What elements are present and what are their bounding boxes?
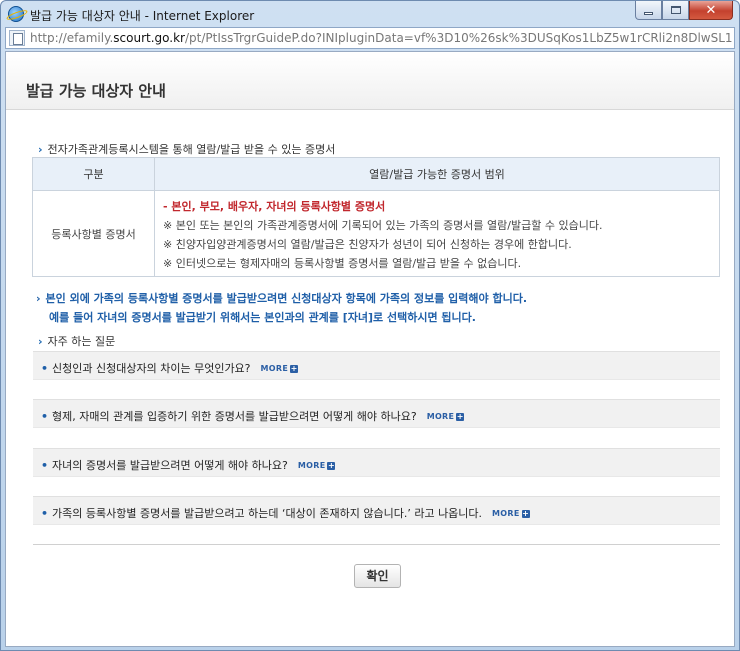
more-link[interactable]: MORE + bbox=[298, 461, 336, 470]
note-text: ※ 인터넷으로는 형제자매의 등록사항별 증명서를 열람/발급 받을 수 없습니… bbox=[163, 257, 522, 270]
more-label: MORE bbox=[260, 364, 289, 373]
minimize-icon bbox=[644, 11, 653, 15]
more-link[interactable]: MORE + bbox=[261, 364, 299, 373]
minimize-button[interactable] bbox=[635, 1, 662, 20]
bullet-icon: • bbox=[41, 362, 49, 375]
url-host: scourt.go.kr bbox=[113, 31, 185, 45]
faq-question: • 가족의 등록사항별 증명서를 발급받으려고 하는데 ‘대상이 존재하지 않습니… bbox=[41, 505, 530, 521]
plus-icon: + bbox=[456, 412, 465, 421]
popup-content: 발급 가능 대상자 안내 › 전자가족관계등록시스템을 통해 열람/발급 받을 수… bbox=[5, 51, 735, 647]
popup-header: 발급 가능 대상자 안내 bbox=[6, 52, 734, 110]
note-text: ※ 본인 또는 본인의 가족관계증명서에 기록되어 있는 가족의 증명서를 열람… bbox=[163, 219, 603, 232]
faq-item[interactable]: • 자녀의 증명서를 발급받으려면 어떻게 해야 하나요? MORE + bbox=[33, 448, 720, 477]
family-info-notice: › 본인 외에 가족의 등록사항별 증명서를 발급받으려면 신청대상자 항목에 가… bbox=[36, 289, 726, 327]
page-icon bbox=[9, 30, 25, 46]
faq-question: • 신청인과 신청대상자의 차이는 무엇인가요? MORE + bbox=[41, 360, 299, 376]
window-controls: ✕ bbox=[635, 1, 733, 20]
internet-explorer-icon bbox=[8, 6, 24, 22]
faq-question-text: 형제, 자매의 관계를 입증하기 위한 증명서를 발급받으려면 어떻게 해야 하… bbox=[52, 410, 417, 423]
close-button[interactable]: ✕ bbox=[689, 1, 733, 20]
faq-question-text: 자녀의 증명서를 발급받으려면 어떻게 해야 하나요? bbox=[52, 459, 288, 472]
bullet-icon: • bbox=[41, 507, 49, 520]
notice-line-text: 본인 외에 가족의 등록사항별 증명서를 발급받으려면 신청대상자 항목에 가족… bbox=[45, 292, 528, 305]
column-header-scope: 열람/발급 가능한 증명서 범위 bbox=[369, 168, 505, 181]
more-link[interactable]: MORE + bbox=[492, 509, 530, 518]
faq-question-text: 신청인과 신청대상자의 차이는 무엇인가요? bbox=[52, 362, 251, 375]
plus-icon: + bbox=[290, 364, 299, 373]
window-title: 발급 가능 대상자 안내 - Internet Explorer bbox=[30, 9, 255, 23]
section-heading-text: 전자가족관계등록시스템을 통해 열람/발급 받을 수 있는 증명서 bbox=[47, 143, 336, 156]
close-icon: ✕ bbox=[705, 2, 717, 18]
chevron-right-icon: › bbox=[38, 143, 43, 156]
faq-question-text: 가족의 등록사항별 증명서를 발급받으려고 하는데 ‘대상이 존재하지 않습니다… bbox=[52, 507, 483, 520]
more-label: MORE bbox=[297, 461, 326, 470]
title-bar[interactable]: 발급 가능 대상자 안내 - Internet Explorer ✕ bbox=[1, 1, 739, 27]
section-heading-faq: › 자주 하는 질문 bbox=[38, 333, 115, 349]
faq-question: • 자녀의 증명서를 발급받으려면 어떻게 해야 하나요? MORE + bbox=[41, 457, 336, 473]
plus-icon: + bbox=[521, 509, 530, 518]
plus-icon: + bbox=[327, 461, 336, 470]
faq-item[interactable]: • 형제, 자매의 관계를 입증하기 위한 증명서를 발급받으려면 어떻게 해야 … bbox=[33, 399, 720, 428]
address-url[interactable]: http://efamily.scourt.go.kr/pt/PtIssTrgr… bbox=[30, 31, 732, 45]
browser-window: 발급 가능 대상자 안내 - Internet Explorer ✕ http:… bbox=[0, 0, 740, 651]
maximize-icon bbox=[670, 6, 681, 14]
page-title: 발급 가능 대상자 안내 bbox=[26, 82, 166, 100]
url-path: /pt/PtIssTrgrGuideP.do?INIpluginData=vf%… bbox=[185, 31, 732, 45]
divider bbox=[33, 544, 720, 545]
section-heading-certificates: › 전자가족관계등록시스템을 통해 열람/발급 받을 수 있는 증명서 bbox=[38, 141, 335, 157]
note-text: ※ 친양자입양관계증명서의 열람/발급은 친양자가 성년이 되어 신청하는 경우… bbox=[163, 238, 572, 251]
notice-line: 예를 들어 자녀의 증명서를 발급받기 위해서는 본인과의 관계를 [자녀]로 … bbox=[49, 311, 476, 324]
address-bar[interactable]: http://efamily.scourt.go.kr/pt/PtIssTrgr… bbox=[5, 27, 735, 49]
maximize-button[interactable] bbox=[662, 1, 689, 20]
more-label: MORE bbox=[492, 509, 520, 518]
bullet-icon: • bbox=[41, 459, 49, 472]
certificate-table: 구분 열람/발급 가능한 증명서 범위 등록사항별 증명서 - 본인, 부모, … bbox=[32, 157, 720, 277]
faq-item[interactable]: • 신청인과 신청대상자의 차이는 무엇인가요? MORE + bbox=[33, 351, 720, 380]
faq-question: • 형제, 자매의 관계를 입증하기 위한 증명서를 발급받으려면 어떻게 해야 … bbox=[41, 408, 465, 424]
url-prefix: http://efamily. bbox=[30, 31, 114, 45]
more-link[interactable]: MORE + bbox=[427, 412, 465, 421]
confirm-button[interactable]: 확인 bbox=[354, 564, 401, 588]
table-header-row: 구분 열람/발급 가능한 증명서 범위 bbox=[33, 158, 719, 191]
eligible-certificates-text: - 본인, 부모, 배우자, 자녀의 등록사항별 증명서 bbox=[163, 200, 386, 213]
table-cell-scope: - 본인, 부모, 배우자, 자녀의 등록사항별 증명서 ※ 본인 또는 본인의… bbox=[163, 197, 713, 273]
faq-heading-text: 자주 하는 질문 bbox=[47, 335, 116, 348]
notice-line: › 본인 외에 가족의 등록사항별 증명서를 발급받으려면 신청대상자 항목에 가… bbox=[36, 289, 726, 308]
faq-item[interactable]: • 가족의 등록사항별 증명서를 발급받으려고 하는데 ‘대상이 존재하지 않습니… bbox=[33, 496, 720, 525]
column-header-category: 구분 bbox=[33, 158, 155, 191]
bullet-icon: • bbox=[41, 410, 49, 423]
chevron-right-icon: › bbox=[36, 292, 41, 305]
more-label: MORE bbox=[426, 412, 455, 421]
chevron-right-icon: › bbox=[38, 335, 43, 348]
table-cell-category: 등록사항별 증명서 bbox=[33, 191, 155, 276]
